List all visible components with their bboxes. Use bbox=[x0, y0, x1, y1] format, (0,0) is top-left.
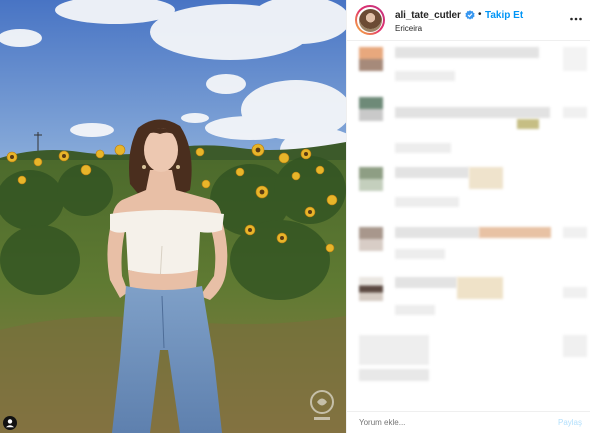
blurred-comment-text bbox=[395, 107, 550, 118]
blurred-comment-text bbox=[395, 305, 435, 315]
blurred-comment-text bbox=[563, 227, 587, 238]
blurred-comment-text bbox=[395, 167, 469, 178]
blurred-avatar bbox=[359, 227, 383, 251]
share-button[interactable]: Paylaş bbox=[558, 418, 582, 427]
blurred-comment-text bbox=[395, 197, 459, 207]
more-options-icon[interactable] bbox=[569, 14, 583, 24]
follow-button[interactable]: Takip Et bbox=[485, 10, 523, 21]
blurred-comment-text bbox=[359, 369, 429, 381]
blurred-avatar bbox=[359, 97, 383, 121]
blurred-comment-text bbox=[563, 287, 587, 298]
blurred-comment-text bbox=[395, 227, 479, 238]
blurred-comment-emoji bbox=[479, 227, 551, 238]
blurred-comment-text bbox=[395, 277, 457, 288]
blurred-comment-text bbox=[395, 143, 451, 153]
blurred-comment-emoji bbox=[517, 119, 539, 129]
post-header: ali_tate_cutler • Takip Et Ericeira bbox=[347, 0, 590, 41]
comment-bar: Paylaş bbox=[347, 411, 590, 434]
header-separator: • bbox=[478, 9, 482, 20]
blurred-comment-text bbox=[395, 249, 445, 259]
comment-input[interactable] bbox=[359, 418, 509, 427]
username-link[interactable]: ali_tate_cutler bbox=[395, 10, 461, 21]
blurred-comment-text bbox=[563, 335, 587, 357]
blurred-comment-emoji bbox=[457, 277, 503, 299]
instagram-post: ali_tate_cutler • Takip Et Ericeira Yoru… bbox=[0, 0, 590, 433]
blurred-comment-text bbox=[359, 335, 429, 365]
location-link[interactable]: Ericeira bbox=[395, 24, 422, 33]
blurred-avatar bbox=[359, 47, 383, 71]
blurred-comment-text bbox=[395, 47, 539, 58]
blurred-comment-text bbox=[563, 47, 587, 71]
post-photo[interactable] bbox=[0, 0, 346, 433]
user-tag-icon[interactable] bbox=[3, 416, 17, 430]
verified-badge-icon bbox=[465, 10, 475, 20]
blurred-comment-text bbox=[395, 71, 455, 81]
blurred-avatar bbox=[359, 277, 383, 301]
blurred-comment-text bbox=[563, 107, 587, 118]
comments-list-blurred bbox=[347, 41, 590, 405]
comments-panel: ali_tate_cutler • Takip Et Ericeira Yoru… bbox=[346, 0, 590, 433]
watermark-logo-icon bbox=[310, 390, 334, 420]
avatar[interactable] bbox=[355, 5, 385, 35]
blurred-avatar bbox=[359, 167, 383, 191]
blurred-comment-emoji bbox=[469, 167, 503, 189]
photo-scene bbox=[0, 0, 346, 433]
